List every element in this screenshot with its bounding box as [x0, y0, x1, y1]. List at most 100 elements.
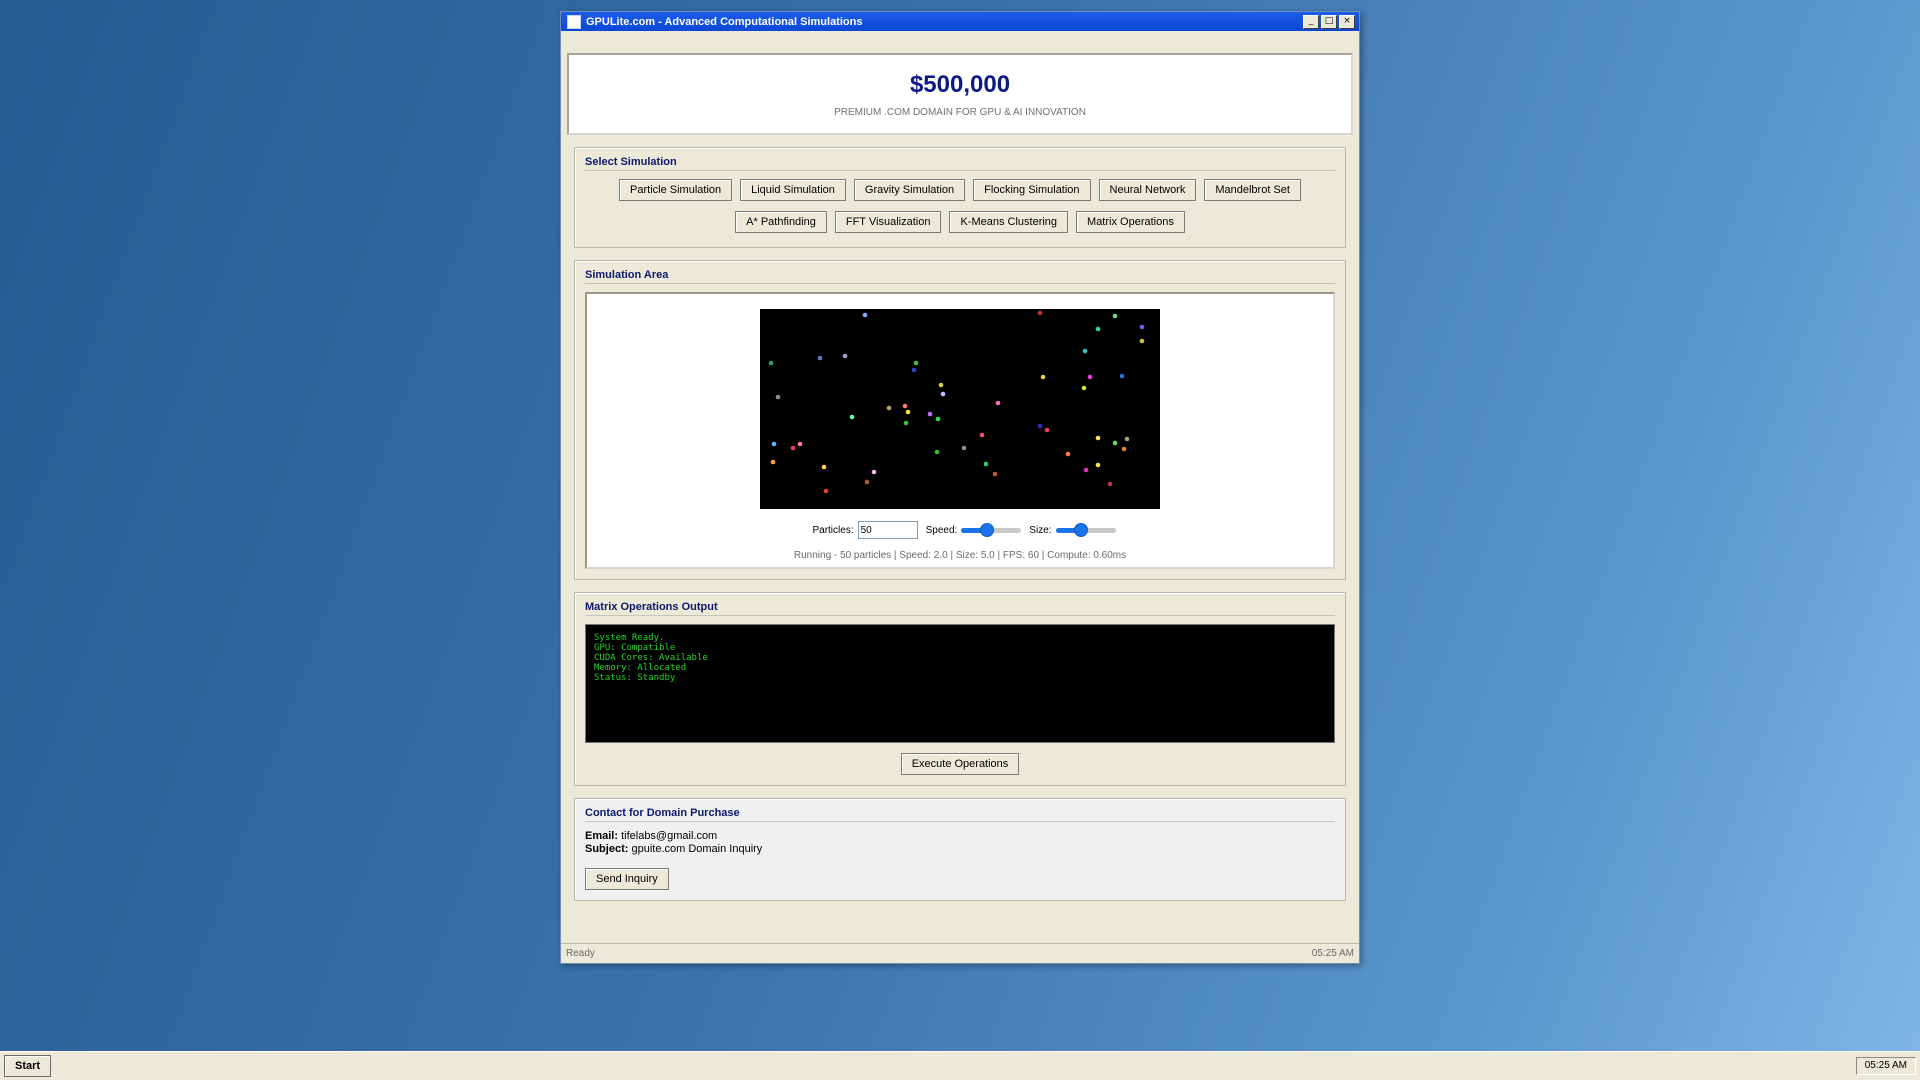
- simulation-frame: Particles: Speed: Size: Running - 50 par…: [585, 292, 1335, 569]
- simulation-button[interactable]: FFT Visualization: [834, 211, 942, 233]
- domain-tagline: PREMIUM .COM DOMAIN FOR GPU & AI INNOVAT…: [834, 107, 1086, 118]
- console-line: Status: Standby: [594, 673, 676, 683]
- particles-input[interactable]: [857, 521, 918, 539]
- particle: [771, 441, 777, 447]
- particle: [849, 414, 855, 420]
- subject-value: gpuite.com Domain Inquiry: [631, 843, 763, 855]
- particles-label: Particles:: [812, 524, 854, 536]
- simulation-button[interactable]: Liquid Simulation: [740, 179, 846, 201]
- minimize-button[interactable]: _: [1303, 14, 1319, 29]
- app-window: GPULite.com - Advanced Computational Sim…: [560, 11, 1360, 964]
- tray-clock: 05:25 AM: [1855, 1057, 1916, 1075]
- particle: [886, 405, 892, 411]
- particle: [1139, 338, 1145, 344]
- particle: [902, 403, 908, 409]
- price-heading: $500,000: [909, 71, 1011, 98]
- speed-slider[interactable]: [961, 523, 1022, 537]
- particle: [979, 432, 985, 438]
- simulation-canvas[interactable]: [760, 309, 1160, 509]
- particle: [1065, 451, 1071, 457]
- contact-panel: Contact for Domain Purchase Email: tifel…: [574, 798, 1346, 901]
- particle: [1112, 440, 1118, 446]
- particle: [1040, 374, 1046, 380]
- price-banner: $500,000 PREMIUM .COM DOMAIN FOR GPU & A…: [567, 53, 1353, 135]
- simulation-button[interactable]: Mandelbrot Set: [1204, 179, 1301, 201]
- simulation-button[interactable]: A* Pathfinding: [735, 211, 827, 233]
- particle: [842, 353, 848, 359]
- select-simulation-panel: Select Simulation Particle Simulation Liq…: [574, 147, 1346, 248]
- matrix-output-panel: Matrix Operations Output System Ready. GP…: [574, 592, 1346, 786]
- particle: [940, 391, 946, 397]
- particle: [871, 469, 877, 475]
- close-button[interactable]: ×: [1339, 14, 1355, 29]
- particle: [1095, 462, 1101, 468]
- window-content: $500,000 PREMIUM .COM DOMAIN FOR GPU & A…: [561, 31, 1359, 901]
- speed-label: Speed:: [925, 524, 958, 536]
- simulation-area-panel: Simulation Area Particles: Speed: Size:: [574, 260, 1346, 580]
- particle: [821, 464, 827, 470]
- particle: [1124, 436, 1130, 442]
- particle: [995, 400, 1001, 406]
- particle: [1095, 326, 1101, 332]
- particle: [905, 409, 911, 415]
- simulation-button[interactable]: K-Means Clustering: [949, 211, 1069, 233]
- particle: [1095, 435, 1101, 441]
- select-simulation-title: Select Simulation: [585, 156, 1335, 171]
- particle: [775, 394, 781, 400]
- console-line: System Ready.: [594, 633, 665, 643]
- particle: [934, 449, 940, 455]
- particle: [1083, 467, 1089, 473]
- particle: [1037, 423, 1043, 429]
- send-inquiry-button[interactable]: Send Inquiry: [585, 868, 669, 890]
- particle: [797, 441, 803, 447]
- particle: [1139, 324, 1145, 330]
- maximize-button[interactable]: □: [1321, 14, 1337, 29]
- execute-operations-button[interactable]: Execute Operations: [900, 753, 1020, 775]
- particle: [770, 459, 776, 465]
- particle: [927, 411, 933, 417]
- simulation-button[interactable]: Gravity Simulation: [853, 179, 966, 201]
- particle: [1044, 427, 1050, 433]
- contact-title: Contact for Domain Purchase: [585, 807, 1335, 822]
- particle: [992, 471, 998, 477]
- particle: [1087, 374, 1093, 380]
- particle: [1081, 385, 1087, 391]
- simulation-button[interactable]: Flocking Simulation: [973, 179, 1091, 201]
- particle: [1121, 446, 1127, 452]
- matrix-output-title: Matrix Operations Output: [585, 601, 1335, 616]
- particle: [1037, 310, 1043, 316]
- console-line: Memory: Allocated: [594, 663, 687, 673]
- particle: [823, 488, 829, 494]
- simulation-buttons-row-1: Particle Simulation Liquid Simulation Grav…: [585, 179, 1335, 201]
- status-bar: Ready 05:25 AM: [561, 943, 1359, 963]
- simulation-button[interactable]: Neural Network: [1098, 179, 1197, 201]
- console-line: GPU: Compatible: [594, 643, 676, 653]
- taskbar: Start 05:25 AM: [0, 1051, 1920, 1080]
- console-line: CUDA Cores: Available: [594, 653, 708, 663]
- simulation-controls: Particles: Speed: Size:: [587, 521, 1333, 539]
- particle: [1082, 348, 1088, 354]
- particle: [790, 445, 796, 451]
- simulation-status: Running - 50 particles | Speed: 2.0 | Si…: [793, 550, 1127, 561]
- status-text: Ready: [566, 948, 595, 959]
- simulation-button[interactable]: Matrix Operations: [1076, 211, 1185, 233]
- simulation-area-title: Simulation Area: [585, 269, 1335, 284]
- particle: [903, 420, 909, 426]
- title-bar[interactable]: GPULite.com - Advanced Computational Sim…: [561, 12, 1359, 31]
- email-label: Email:: [585, 830, 619, 842]
- app-icon: [567, 14, 581, 29]
- email-value[interactable]: tifelabs@gmail.com: [621, 830, 717, 842]
- email-line: Email: tifelabs@gmail.com: [585, 830, 1335, 843]
- simulation-buttons-row-2: A* Pathfinding FFT Visualization K-Means C…: [585, 211, 1335, 233]
- particle: [983, 461, 989, 467]
- particle: [913, 360, 919, 366]
- window-title: GPULite.com - Advanced Computational Sim…: [586, 15, 863, 28]
- particle: [864, 479, 870, 485]
- matrix-output-console: System Ready. GPU: Compatible CUDA Cores: …: [585, 624, 1335, 743]
- start-button[interactable]: Start: [4, 1055, 52, 1077]
- particle: [938, 382, 944, 388]
- simulation-button[interactable]: Particle Simulation: [619, 179, 733, 201]
- particle-field: [768, 310, 1145, 494]
- size-slider[interactable]: [1055, 523, 1116, 537]
- particle: [935, 416, 941, 422]
